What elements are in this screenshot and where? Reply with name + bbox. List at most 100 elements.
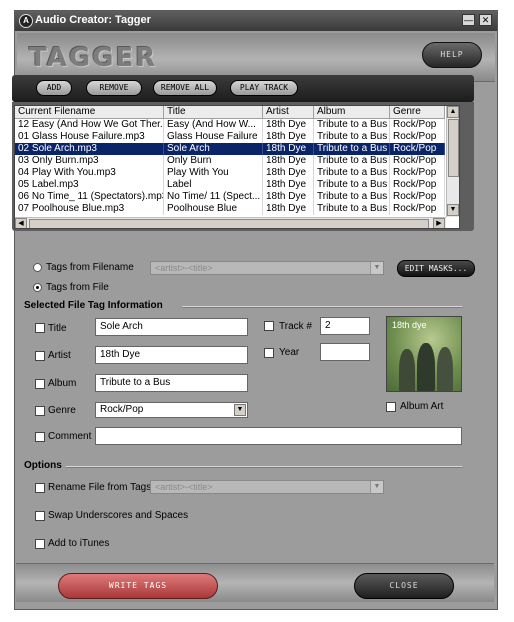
close-icon: ✕ bbox=[481, 15, 490, 25]
album-art-label: Album Art bbox=[400, 401, 444, 412]
rename-mask-value: <artist>-<title> bbox=[155, 482, 213, 492]
table-cell: 01 Glass House Failure.mp3 bbox=[15, 131, 164, 143]
horizontal-scroll-thumb[interactable] bbox=[29, 219, 429, 228]
title-field[interactable]: Sole Arch bbox=[95, 318, 248, 336]
title-checkbox[interactable] bbox=[35, 323, 45, 333]
table-cell: Tribute to a Bus bbox=[314, 191, 390, 203]
close-window-button[interactable]: ✕ bbox=[479, 14, 492, 26]
table-cell: 18th Dye bbox=[263, 119, 314, 131]
write-tags-button[interactable]: WRITE TAGS bbox=[58, 573, 218, 599]
arrow-left-icon: ◀ bbox=[18, 220, 24, 227]
table-cell: 18th Dye bbox=[263, 179, 314, 191]
add-to-itunes-checkbox[interactable] bbox=[35, 539, 45, 549]
table-cell: Tribute to a Bus bbox=[314, 143, 390, 155]
rename-mask-select: <artist>-<title> ▼ bbox=[150, 480, 384, 494]
remove-button[interactable]: REMOVE bbox=[86, 80, 142, 96]
comment-checkbox[interactable] bbox=[35, 432, 45, 442]
arrow-right-icon: ▶ bbox=[436, 220, 442, 227]
table-cell: 18th Dye bbox=[263, 167, 314, 179]
table-cell: 04 Play With You.mp3 bbox=[15, 167, 164, 179]
track-field[interactable]: 2 bbox=[320, 317, 370, 335]
file-list-header: Current Filename Title Artist Album Genr… bbox=[15, 106, 445, 119]
list-vertical-scrollbar[interactable]: ▲ ▼ bbox=[446, 106, 459, 217]
album-art-checkbox[interactable] bbox=[386, 402, 396, 412]
table-row[interactable]: 04 Play With You.mp3 Play With You 18th Dy… bbox=[15, 167, 445, 179]
file-list[interactable]: Current Filename Title Artist Album Genr… bbox=[14, 105, 460, 229]
edit-masks-button[interactable]: EDIT MASKS... bbox=[397, 260, 475, 277]
table-cell: 18th Dye bbox=[263, 131, 314, 143]
column-header-title[interactable]: Title bbox=[164, 106, 263, 119]
genre-select[interactable]: Rock/Pop ▼ bbox=[95, 402, 248, 418]
table-cell: 18th Dye bbox=[263, 203, 314, 215]
window-title: Audio Creator: Tagger bbox=[35, 14, 151, 26]
tags-from-filename-label[interactable]: Tags from Filename bbox=[46, 262, 134, 273]
scroll-left-button[interactable]: ◀ bbox=[15, 218, 27, 228]
title-bar[interactable]: A Audio Creator: Tagger — ✕ bbox=[15, 11, 497, 31]
section-divider bbox=[182, 306, 462, 308]
album-art-caption: 18th dye bbox=[392, 320, 427, 330]
comment-field[interactable] bbox=[95, 427, 462, 445]
album-field[interactable]: Tribute to a Bus bbox=[95, 374, 248, 392]
tags-from-filename-radio[interactable] bbox=[33, 263, 42, 272]
table-cell: Sole Arch bbox=[164, 143, 263, 155]
album-art-image: 18th dye bbox=[386, 316, 462, 392]
remove-all-button[interactable]: REMOVE ALL bbox=[153, 80, 217, 96]
tags-from-file-radio[interactable] bbox=[33, 283, 42, 292]
table-cell: Rock/Pop bbox=[390, 179, 445, 191]
rename-file-label: Rename File from Tags bbox=[48, 482, 152, 493]
column-header-album[interactable]: Album bbox=[314, 106, 390, 119]
column-header-artist[interactable]: Artist bbox=[263, 106, 314, 119]
table-cell: Only Burn bbox=[164, 155, 263, 167]
help-button[interactable]: HELP bbox=[422, 42, 482, 68]
album-label: Album bbox=[48, 378, 77, 389]
year-field[interactable] bbox=[320, 343, 370, 361]
scroll-down-button[interactable]: ▼ bbox=[447, 204, 459, 216]
table-cell: Rock/Pop bbox=[390, 131, 445, 143]
table-cell: Rock/Pop bbox=[390, 167, 445, 179]
options-heading: Options bbox=[24, 460, 62, 471]
table-cell: Label bbox=[164, 179, 263, 191]
minimize-icon: — bbox=[464, 15, 473, 25]
table-row[interactable]: 01 Glass House Failure.mp3 Glass House Fa… bbox=[15, 131, 445, 143]
vertical-scroll-thumb[interactable] bbox=[448, 119, 459, 177]
arrow-down-icon: ▼ bbox=[449, 206, 457, 213]
artist-field[interactable]: 18th Dye bbox=[95, 346, 248, 364]
tagger-logo: TAGGER bbox=[29, 43, 158, 73]
artist-label: Artist bbox=[48, 350, 71, 361]
tags-from-file-label[interactable]: Tags from File bbox=[46, 282, 109, 293]
table-cell: Rock/Pop bbox=[390, 143, 445, 155]
close-button[interactable]: CLOSE bbox=[354, 573, 454, 599]
scroll-right-button[interactable]: ▶ bbox=[433, 218, 445, 228]
rename-file-checkbox[interactable] bbox=[35, 483, 45, 493]
track-checkbox[interactable] bbox=[264, 321, 274, 331]
table-cell: Rock/Pop bbox=[390, 191, 445, 203]
table-cell: 18th Dye bbox=[263, 191, 314, 203]
table-row[interactable]: 03 Only Burn.mp3 Only Burn 18th Dye Tribute… bbox=[15, 155, 445, 167]
swap-underscores-checkbox[interactable] bbox=[35, 511, 45, 521]
play-track-button[interactable]: PLAY TRACK bbox=[230, 80, 298, 96]
year-checkbox[interactable] bbox=[264, 348, 274, 358]
add-to-itunes-label: Add to iTunes bbox=[48, 538, 110, 549]
table-row[interactable]: 02 Sole Arch.mp3 Sole Arch 18th Dye Tribute… bbox=[15, 143, 445, 155]
column-header-genre[interactable]: Genre bbox=[390, 106, 445, 119]
artist-checkbox[interactable] bbox=[35, 351, 45, 361]
minimize-button[interactable]: — bbox=[462, 14, 475, 26]
table-row[interactable]: 05 Label.mp3 Label 18th Dye Tribute to a Bu… bbox=[15, 179, 445, 191]
table-cell: 02 Sole Arch.mp3 bbox=[15, 143, 164, 155]
table-row[interactable]: 07 Poolhouse Blue.mp3 Poolhouse Blue 18th … bbox=[15, 203, 445, 215]
scroll-up-button[interactable]: ▲ bbox=[447, 106, 459, 118]
table-row[interactable]: 06 No Time_ 11 (Spectators).mp3 No Time/ … bbox=[15, 191, 445, 203]
table-row[interactable]: 12 Easy (And How We Got Ther... Easy (And… bbox=[15, 119, 445, 131]
table-cell: Tribute to a Bus bbox=[314, 179, 390, 191]
column-header-filename[interactable]: Current Filename bbox=[15, 106, 164, 119]
album-checkbox[interactable] bbox=[35, 379, 45, 389]
footer-bar: WRITE TAGS CLOSE bbox=[16, 563, 494, 602]
genre-checkbox[interactable] bbox=[35, 406, 45, 416]
table-cell: 05 Label.mp3 bbox=[15, 179, 164, 191]
list-horizontal-scrollbar[interactable]: ◀ ▶ bbox=[15, 217, 446, 228]
filename-mask-select: <artist>-<title> ▼ bbox=[150, 261, 384, 275]
comment-label: Comment bbox=[48, 431, 92, 442]
add-button[interactable]: ADD bbox=[36, 80, 72, 96]
table-cell: 18th Dye bbox=[263, 155, 314, 167]
table-cell: Rock/Pop bbox=[390, 203, 445, 215]
